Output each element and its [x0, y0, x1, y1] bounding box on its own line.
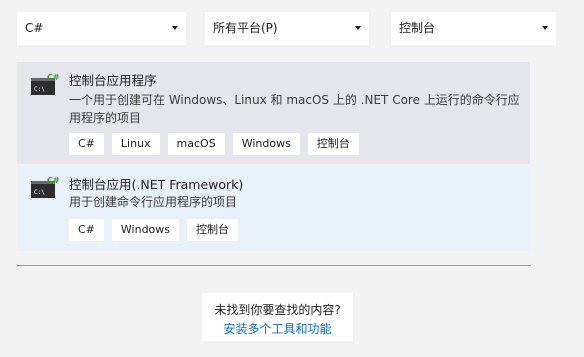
tag-csharp: C#	[69, 219, 104, 241]
tag-macos: macOS	[167, 133, 225, 155]
template-tags: C# Linux macOS Windows 控制台	[69, 133, 359, 155]
project-type-filter-dropdown[interactable]: 控制台	[391, 12, 556, 45]
help-box: 未找到你要查找的内容? 安装多个工具和功能	[202, 293, 353, 341]
console-app-csharp-icon: C:\ C#	[31, 73, 59, 95]
install-tools-link[interactable]: 安装多个工具和功能	[202, 320, 353, 337]
tag-windows: Windows	[232, 133, 300, 155]
template-item-console-app-netframework[interactable]: C:\ C# 控制台应用(.NET Framework) 用于创建命令行应用程序…	[17, 166, 530, 251]
project-type-filter-value: 控制台	[399, 21, 436, 35]
template-description: 一个用于创建可在 Windows、Linux 和 macOS 上的 .NET C…	[69, 93, 520, 125]
template-title: 控制台应用程序	[69, 73, 157, 88]
svg-text:C:\: C:\	[34, 189, 45, 196]
language-filter-value: C#	[25, 21, 44, 35]
help-question: 未找到你要查找的内容?	[214, 303, 341, 317]
tag-console: 控制台	[307, 133, 359, 155]
tag-csharp: C#	[69, 133, 104, 155]
chevron-down-icon	[355, 26, 361, 30]
tag-windows: Windows	[111, 219, 180, 241]
console-app-csharp-icon: C:\ C#	[31, 176, 59, 198]
chevron-down-icon	[172, 26, 178, 30]
template-title: 控制台应用(.NET Framework)	[69, 177, 244, 192]
platform-filter-value: 所有平台(P)	[213, 21, 278, 35]
svg-text:C:\: C:\	[34, 86, 45, 93]
template-item-console-app[interactable]: C:\ C# 控制台应用程序 一个用于创建可在 Windows、Linux 和 …	[17, 62, 530, 164]
tag-linux: Linux	[111, 133, 160, 155]
chevron-down-icon	[542, 26, 548, 30]
tag-console: 控制台	[187, 219, 239, 241]
template-description: 用于创建命令行应用程序的项目	[69, 195, 238, 209]
svg-text:C#: C#	[47, 176, 59, 185]
platform-filter-dropdown[interactable]: 所有平台(P)	[205, 12, 369, 45]
language-filter-dropdown[interactable]: C#	[17, 12, 186, 45]
svg-text:C#: C#	[47, 73, 59, 82]
template-tags: C# Windows 控制台	[69, 219, 239, 241]
divider	[17, 265, 531, 266]
